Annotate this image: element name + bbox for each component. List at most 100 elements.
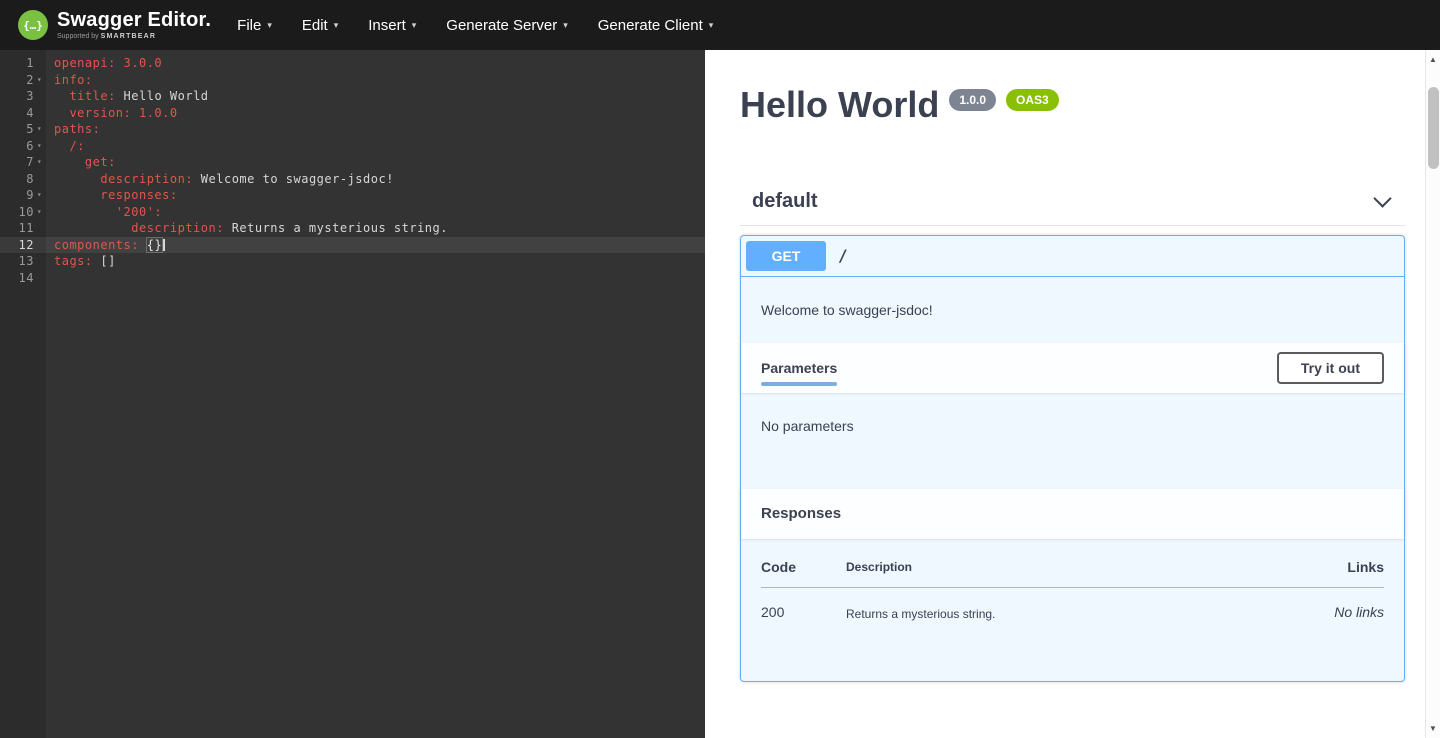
menu-generate-server-label: Generate Server [446, 17, 557, 34]
code-line[interactable]: 11▾ description: Returns a mysterious st… [0, 220, 705, 237]
menu-edit[interactable]: Edit ▾ [302, 17, 338, 34]
code-line[interactable]: 8▾ description: Welcome to swagger-jsdoc… [0, 171, 705, 188]
scrollbar-down-arrow-icon[interactable]: ▼ [1429, 719, 1437, 738]
line-number: 11▾ [0, 220, 46, 237]
menu-file-label: File [237, 17, 261, 34]
code-line[interactable]: 2▾info: [0, 72, 705, 89]
operation-path: / [838, 246, 848, 265]
responses-table: Code Description Links 200Returns a myst… [761, 559, 1384, 651]
line-number: 2▾ [0, 72, 46, 89]
menu-edit-label: Edit [302, 17, 328, 34]
no-parameters-text: No parameters [761, 418, 854, 434]
code-line[interactable]: 1▾openapi: 3.0.0 [0, 55, 705, 72]
code-line[interactable]: 13▾tags: [] [0, 253, 705, 270]
brand-text: Swagger Editor. Supported bySMARTBEAR [57, 10, 211, 40]
fold-toggle-icon[interactable]: ▾ [34, 72, 45, 89]
swagger-logo-icon: {…} [18, 10, 48, 40]
scrollbar-up-arrow-icon[interactable]: ▲ [1429, 50, 1437, 69]
line-number: 5▾ [0, 121, 46, 138]
menu-file[interactable]: File ▾ [237, 17, 272, 34]
main-split: 1▾openapi: 3.0.02▾info:3▾ title: Hello W… [0, 50, 1440, 738]
scrollbar-track[interactable] [1426, 69, 1440, 719]
responses-section-header: Responses [741, 489, 1404, 539]
tab-parameters-label: Parameters [761, 360, 837, 376]
topbar: {…} Swagger Editor. Supported bySMARTBEA… [0, 0, 1440, 50]
code-lines: 1▾openapi: 3.0.02▾info:3▾ title: Hello W… [0, 55, 705, 286]
fold-toggle-icon[interactable]: ▾ [34, 138, 45, 155]
method-badge: GET [746, 241, 826, 271]
menu-generate-client-label: Generate Client [598, 17, 703, 34]
menu-generate-server[interactable]: Generate Server ▾ [446, 17, 567, 34]
caret-down-icon: ▾ [267, 20, 272, 31]
column-header-links: Links [1254, 559, 1384, 588]
fold-toggle-icon[interactable]: ▾ [34, 154, 45, 171]
caret-down-icon: ▾ [709, 20, 714, 31]
code-line[interactable]: 14▾ [0, 270, 705, 287]
brand-tagline: Supported bySMARTBEAR [57, 33, 211, 40]
line-number: 6▾ [0, 138, 46, 155]
line-number: 9▾ [0, 187, 46, 204]
brand-title: Swagger Editor. [57, 10, 211, 30]
code-line[interactable]: 5▾paths: [0, 121, 705, 138]
preview-scrollbar[interactable]: ▲ ▼ [1425, 50, 1440, 738]
menu-insert-label: Insert [368, 17, 406, 34]
chevron-down-icon[interactable] [1373, 189, 1391, 207]
caret-down-icon: ▾ [563, 20, 568, 31]
opblock-get: GET / Welcome to swagger-jsdoc! Paramete… [740, 235, 1405, 682]
line-number: 7▾ [0, 154, 46, 171]
column-header-code: Code [761, 559, 846, 588]
tab-parameters[interactable]: Parameters [761, 360, 837, 376]
code-line[interactable]: 10▾ '200': [0, 204, 705, 221]
response-code: 200 [761, 587, 846, 651]
response-description: Returns a mysterious string. [846, 587, 1254, 651]
responses-body: Code Description Links 200Returns a myst… [741, 539, 1404, 681]
line-number: 8▾ [0, 171, 46, 188]
preview-pane: Hello World 1.0.0 OAS3 default GET / Wel… [720, 50, 1440, 738]
operation-description: Welcome to swagger-jsdoc! [741, 277, 1404, 343]
code-line[interactable]: 6▾ /: [0, 138, 705, 155]
fold-toggle-icon[interactable]: ▾ [34, 121, 45, 138]
menu-insert[interactable]: Insert ▾ [368, 17, 416, 34]
line-number: 10▾ [0, 204, 46, 221]
fold-toggle-icon[interactable]: ▾ [34, 187, 45, 204]
line-number: 4▾ [0, 105, 46, 122]
code-line[interactable]: 4▾ version: 1.0.0 [0, 105, 705, 122]
brand[interactable]: {…} Swagger Editor. Supported bySMARTBEA… [18, 10, 211, 40]
code-line[interactable]: 7▾ get: [0, 154, 705, 171]
parameters-body: No parameters [741, 393, 1404, 489]
code-line[interactable]: 9▾ responses: [0, 187, 705, 204]
version-badge: 1.0.0 [949, 89, 996, 111]
tagline-prefix: Supported by [57, 33, 99, 40]
line-number: 12▾ [0, 237, 46, 254]
try-it-out-button[interactable]: Try it out [1277, 352, 1384, 384]
scrollbar-thumb[interactable] [1428, 87, 1439, 169]
opblock-summary[interactable]: GET / [741, 236, 1404, 277]
parameters-section-header: Parameters Try it out [741, 343, 1404, 393]
tag-section-title: default [752, 190, 818, 213]
text-cursor [163, 239, 165, 251]
line-number: 14▾ [0, 270, 46, 287]
responses-table-body: 200Returns a mysterious string.No links [761, 587, 1384, 651]
response-links: No links [1254, 587, 1384, 651]
oas3-badge: OAS3 [1006, 89, 1059, 111]
api-info-header: Hello World 1.0.0 OAS3 [740, 86, 1405, 124]
tagline-brand: SMARTBEAR [101, 33, 157, 40]
pane-splitter[interactable] [705, 50, 720, 738]
line-number: 13▾ [0, 253, 46, 270]
code-editor[interactable]: 1▾openapi: 3.0.02▾info:3▾ title: Hello W… [0, 50, 705, 738]
fold-toggle-icon[interactable]: ▾ [34, 204, 45, 221]
line-number: 3▾ [0, 88, 46, 105]
line-number: 1▾ [0, 55, 46, 72]
code-line[interactable]: 12▾components: {} [0, 237, 705, 254]
tag-section-default[interactable]: default [740, 176, 1405, 226]
column-header-description: Description [846, 559, 1254, 588]
caret-down-icon: ▾ [334, 20, 339, 31]
api-title: Hello World [740, 86, 939, 124]
menubar: File ▾ Edit ▾ Insert ▾ Generate Server ▾… [237, 17, 713, 34]
caret-down-icon: ▾ [412, 20, 417, 31]
preview-content: Hello World 1.0.0 OAS3 default GET / Wel… [720, 50, 1440, 738]
code-line[interactable]: 3▾ title: Hello World [0, 88, 705, 105]
swagger-editor-app: {…} Swagger Editor. Supported bySMARTBEA… [0, 0, 1440, 738]
menu-generate-client[interactable]: Generate Client ▾ [598, 17, 714, 34]
response-row: 200Returns a mysterious string.No links [761, 587, 1384, 651]
